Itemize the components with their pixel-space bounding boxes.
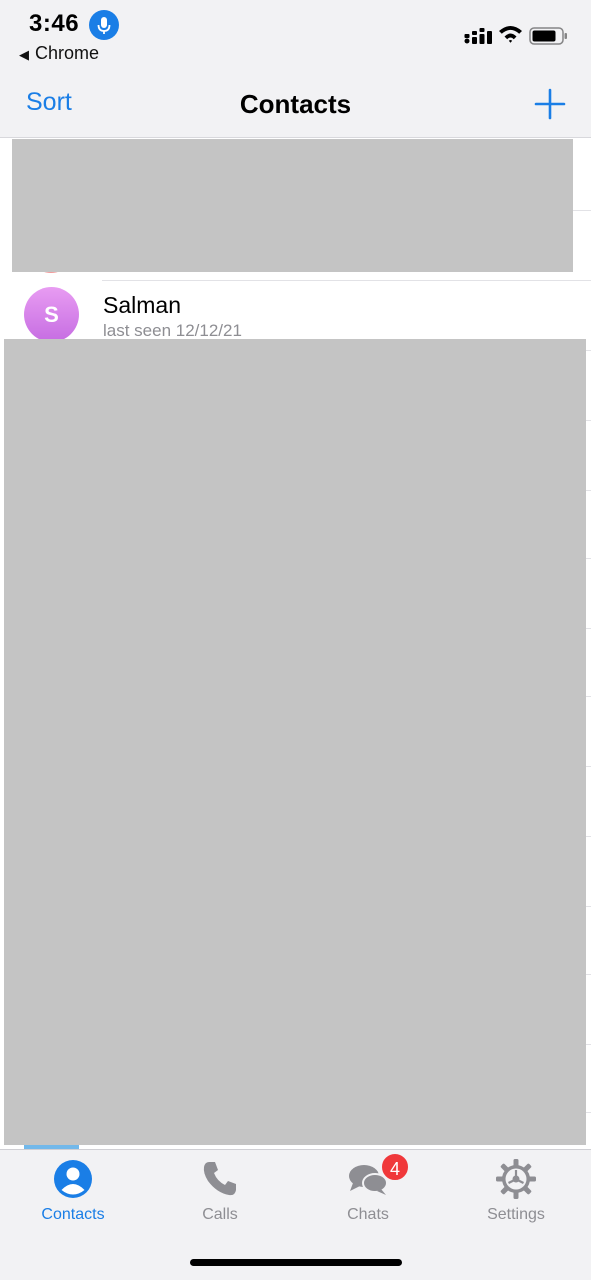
redacted-region [12,139,573,272]
page-title: Contacts [239,89,352,119]
tab-label: Contacts [41,1206,105,1223]
tab-label: Settings [487,1206,545,1223]
avatar: S [24,287,79,342]
status-time: 3:46 [29,10,80,37]
back-to-app-link[interactable]: ◀ Chrome [19,43,99,64]
navigation-bar: Sort Contacts [0,70,591,138]
unread-badge: 4 [380,1152,410,1182]
cellular-signal-icon [464,28,492,44]
battery-icon [529,27,567,45]
gear-icon [496,1159,536,1199]
back-app-label: Chrome [35,43,100,63]
home-indicator[interactable] [190,1259,402,1266]
plus-icon[interactable] [534,88,566,120]
contact-name: Salman [103,292,181,318]
tab-settings[interactable]: Settings [456,1150,576,1230]
redacted-region [4,339,586,1145]
tab-chats[interactable]: 4 Chats [308,1150,428,1230]
phone-icon [203,1162,236,1196]
tab-label: Calls [202,1206,238,1223]
wifi-icon [499,26,522,43]
back-triangle-icon: ◀ [19,47,29,62]
contact-list[interactable]: S Salman last seen 12/12/21 [0,139,591,1149]
tab-label: Chats [347,1206,389,1223]
tab-calls[interactable]: Calls [160,1150,280,1230]
microphone-icon [89,10,119,40]
status-bar: 3:46 ◀ Chrome [0,0,591,70]
person-circle-icon [54,1160,92,1198]
tab-contacts[interactable]: Contacts [13,1150,133,1230]
contact-last-seen: last seen 12/12/21 [103,321,242,340]
